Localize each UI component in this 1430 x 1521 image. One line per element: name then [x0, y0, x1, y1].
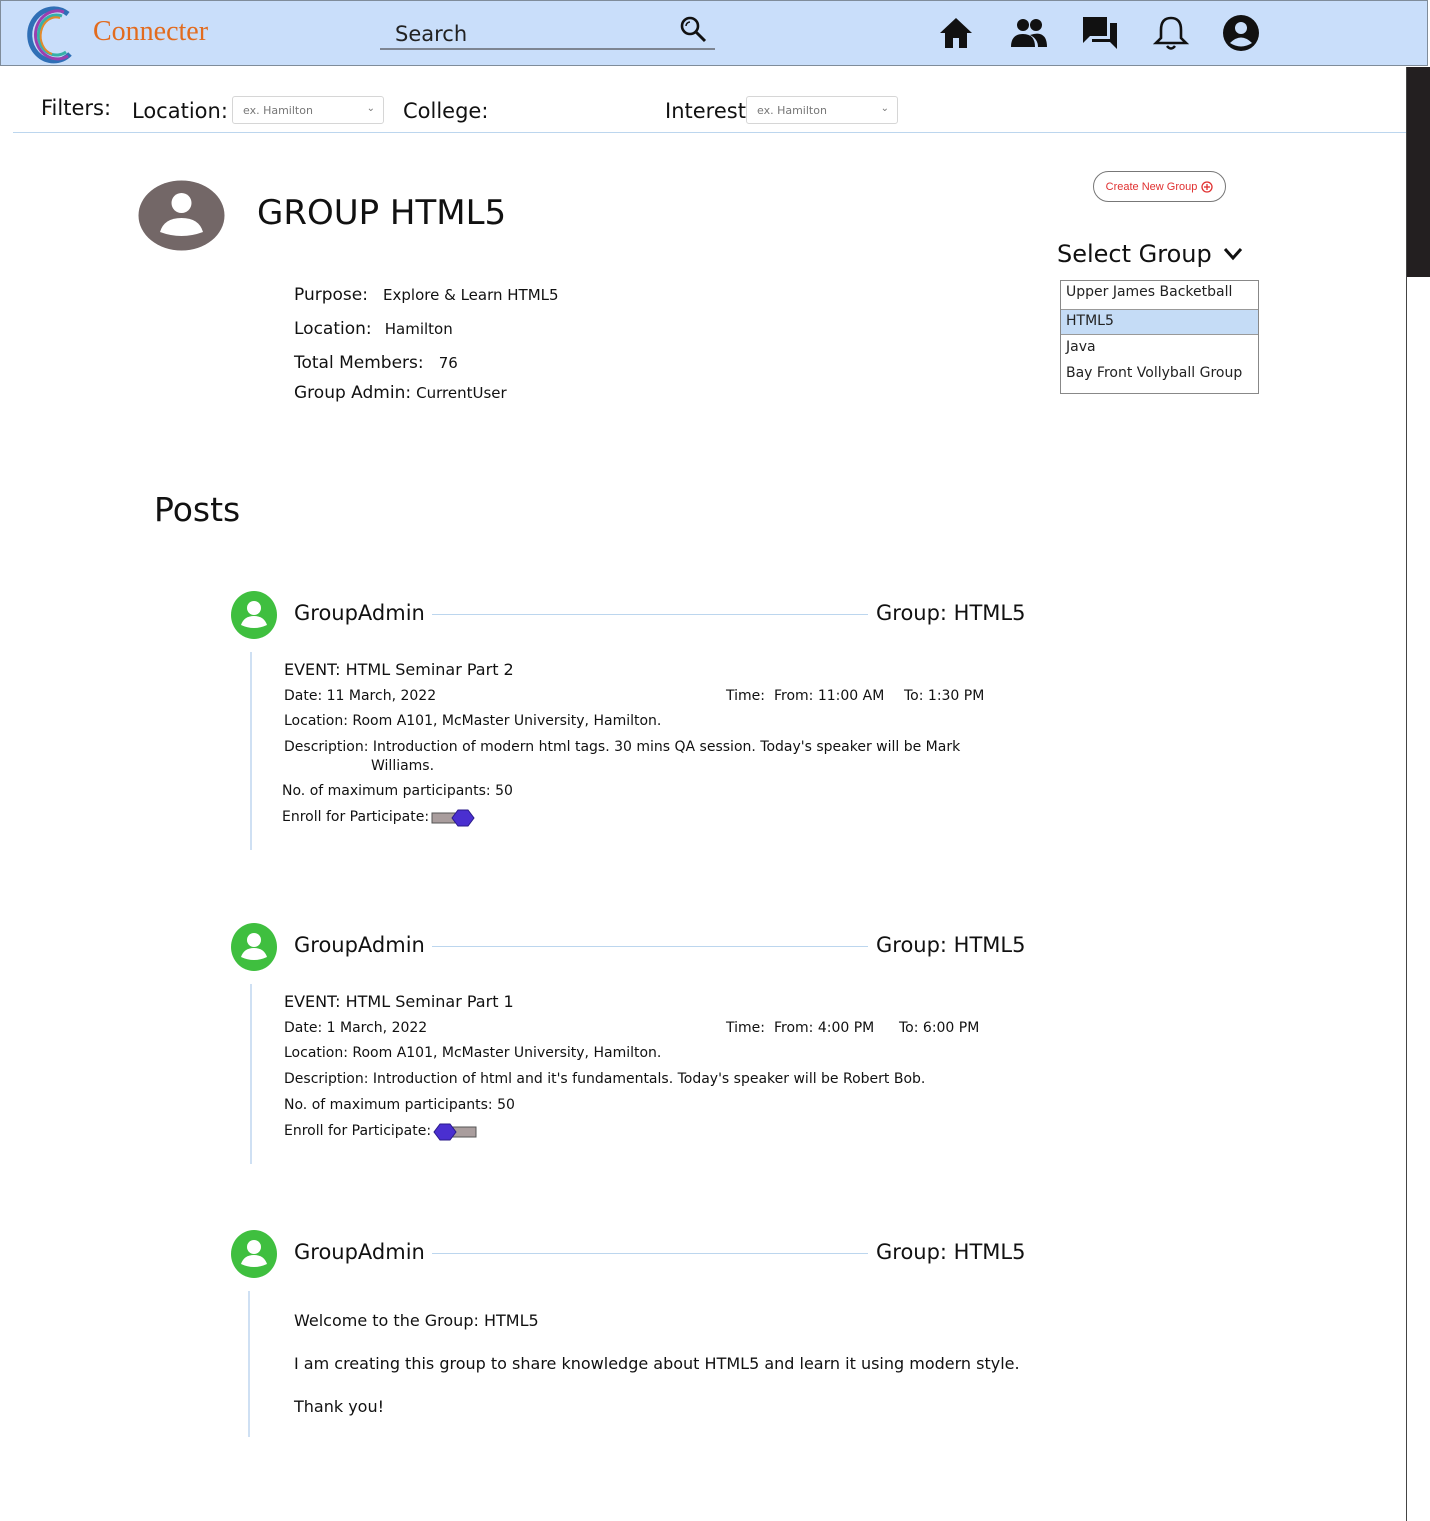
- location-filter-select[interactable]: ex. Hamilton ⌄: [232, 96, 384, 124]
- location-label: Location:: [294, 319, 372, 339]
- chevron-down-icon[interactable]: [1222, 244, 1244, 264]
- event-max-participants: No. of maximum participants: 50: [282, 783, 513, 799]
- location-value: Hamilton: [384, 320, 453, 338]
- event-time-label: Time:: [726, 1020, 765, 1036]
- event-time-label: Time:: [726, 688, 765, 704]
- select-group-label[interactable]: Select Group: [1057, 240, 1212, 268]
- bell-icon[interactable]: [1152, 14, 1190, 52]
- location-row: Location: Hamilton: [294, 319, 453, 339]
- filters-label: Filters:: [41, 96, 112, 120]
- account-icon[interactable]: [1222, 14, 1260, 52]
- event-date: Date: 1 March, 2022: [284, 1020, 428, 1036]
- group-option-selected[interactable]: HTML5: [1061, 309, 1258, 335]
- search-underline: [380, 48, 715, 50]
- location-filter-placeholder: ex. Hamilton: [243, 104, 313, 117]
- purpose-label: Purpose:: [294, 285, 368, 305]
- event-location: Location: Room A101, McMaster University…: [284, 1045, 662, 1061]
- location-filter-label: Location:: [132, 99, 228, 123]
- post-group[interactable]: Group: HTML5: [876, 601, 1025, 625]
- chevron-down-icon: ⌄: [366, 103, 375, 114]
- event-time-to: To: 6:00 PM: [899, 1020, 980, 1036]
- interest-filter-label: Interest:: [665, 99, 753, 123]
- college-filter-label: College:: [403, 99, 489, 123]
- create-new-group-label: Create New Group: [1105, 180, 1198, 193]
- event-date: Date: 11 March, 2022: [284, 688, 437, 704]
- purpose-value: Explore & Learn HTML5: [383, 286, 559, 304]
- chevron-down-icon: ⌄: [880, 103, 889, 114]
- admin-label: Group Admin:: [294, 383, 412, 403]
- event-time-from: From: 4:00 PM: [774, 1020, 875, 1036]
- event-title: EVENT: HTML Seminar Part 1: [284, 992, 514, 1011]
- event-location: Location: Room A101, McMaster University…: [284, 713, 662, 729]
- event-description: Description: Introduction of html and it…: [284, 1071, 926, 1087]
- enroll-toggle[interactable]: [431, 808, 475, 828]
- post-header-rule: [432, 946, 868, 947]
- group-option[interactable]: Java: [1061, 336, 1258, 362]
- group-title: GROUP HTML5: [257, 193, 507, 233]
- event-time-from: From: 11:00 AM: [774, 688, 885, 704]
- brand-name[interactable]: Connecter: [93, 16, 208, 48]
- post-thread-line: [248, 1291, 250, 1437]
- author-avatar-icon[interactable]: [231, 591, 277, 639]
- members-label: Total Members:: [294, 353, 424, 373]
- members-row: Total Members: 76: [294, 353, 458, 373]
- group-select-list[interactable]: Upper James Backetball HTML5 Java Bay Fr…: [1060, 280, 1259, 394]
- purpose-row: Purpose: Explore & Learn HTML5: [294, 285, 559, 305]
- post-thread-line: [250, 652, 252, 850]
- search-icon[interactable]: [678, 14, 708, 44]
- post-group[interactable]: Group: HTML5: [876, 933, 1025, 957]
- post-author[interactable]: GroupAdmin: [294, 1240, 425, 1264]
- event-title: EVENT: HTML Seminar Part 2: [284, 660, 514, 679]
- home-icon[interactable]: [937, 14, 975, 52]
- scrollbar-thumb[interactable]: [1407, 67, 1430, 277]
- search-input[interactable]: Search: [395, 22, 467, 46]
- event-description-cont: Williams.: [371, 758, 435, 774]
- author-avatar-icon[interactable]: [231, 1230, 277, 1278]
- post-text-line: Welcome to the Group: HTML5: [294, 1311, 539, 1330]
- post-author[interactable]: GroupAdmin: [294, 933, 425, 957]
- event-time-to: To: 1:30 PM: [904, 688, 985, 704]
- interest-filter-placeholder: ex. Hamilton: [757, 104, 827, 117]
- enroll-toggle[interactable]: [433, 1122, 477, 1142]
- add-circle-icon: [1201, 180, 1214, 193]
- enroll-label: Enroll for Participate:: [282, 809, 430, 825]
- admin-row: Group Admin: CurrentUser: [294, 383, 507, 403]
- post-header-rule: [432, 1253, 868, 1254]
- chat-icon[interactable]: [1081, 14, 1119, 52]
- admin-value: CurrentUser: [416, 384, 507, 402]
- event-max-participants: No. of maximum participants: 50: [284, 1097, 515, 1113]
- top-bar: [0, 0, 1428, 66]
- post-text-line: Thank you!: [294, 1397, 385, 1416]
- scrollbar-track[interactable]: [1406, 67, 1430, 1521]
- people-icon[interactable]: [1010, 14, 1048, 52]
- event-description: Description: Introduction of modern html…: [284, 739, 961, 755]
- group-avatar-icon: [138, 180, 225, 251]
- group-option[interactable]: Bay Front Vollyball Group: [1061, 362, 1258, 388]
- post-text-line: I am creating this group to share knowle…: [294, 1354, 1020, 1373]
- interest-filter-select[interactable]: ex. Hamilton ⌄: [746, 96, 898, 124]
- connecter-logo-icon[interactable]: [22, 4, 76, 64]
- posts-heading: Posts: [154, 490, 241, 529]
- enroll-label: Enroll for Participate:: [284, 1123, 432, 1139]
- post-group[interactable]: Group: HTML5: [876, 1240, 1025, 1264]
- post-thread-line: [250, 984, 252, 1164]
- group-option[interactable]: Upper James Backetball: [1061, 281, 1258, 307]
- members-value: 76: [438, 354, 458, 372]
- create-new-group-button[interactable]: Create New Group: [1093, 171, 1226, 202]
- post-header-rule: [432, 614, 868, 615]
- post-author[interactable]: GroupAdmin: [294, 601, 425, 625]
- filter-divider: [13, 132, 1406, 133]
- author-avatar-icon[interactable]: [231, 923, 277, 971]
